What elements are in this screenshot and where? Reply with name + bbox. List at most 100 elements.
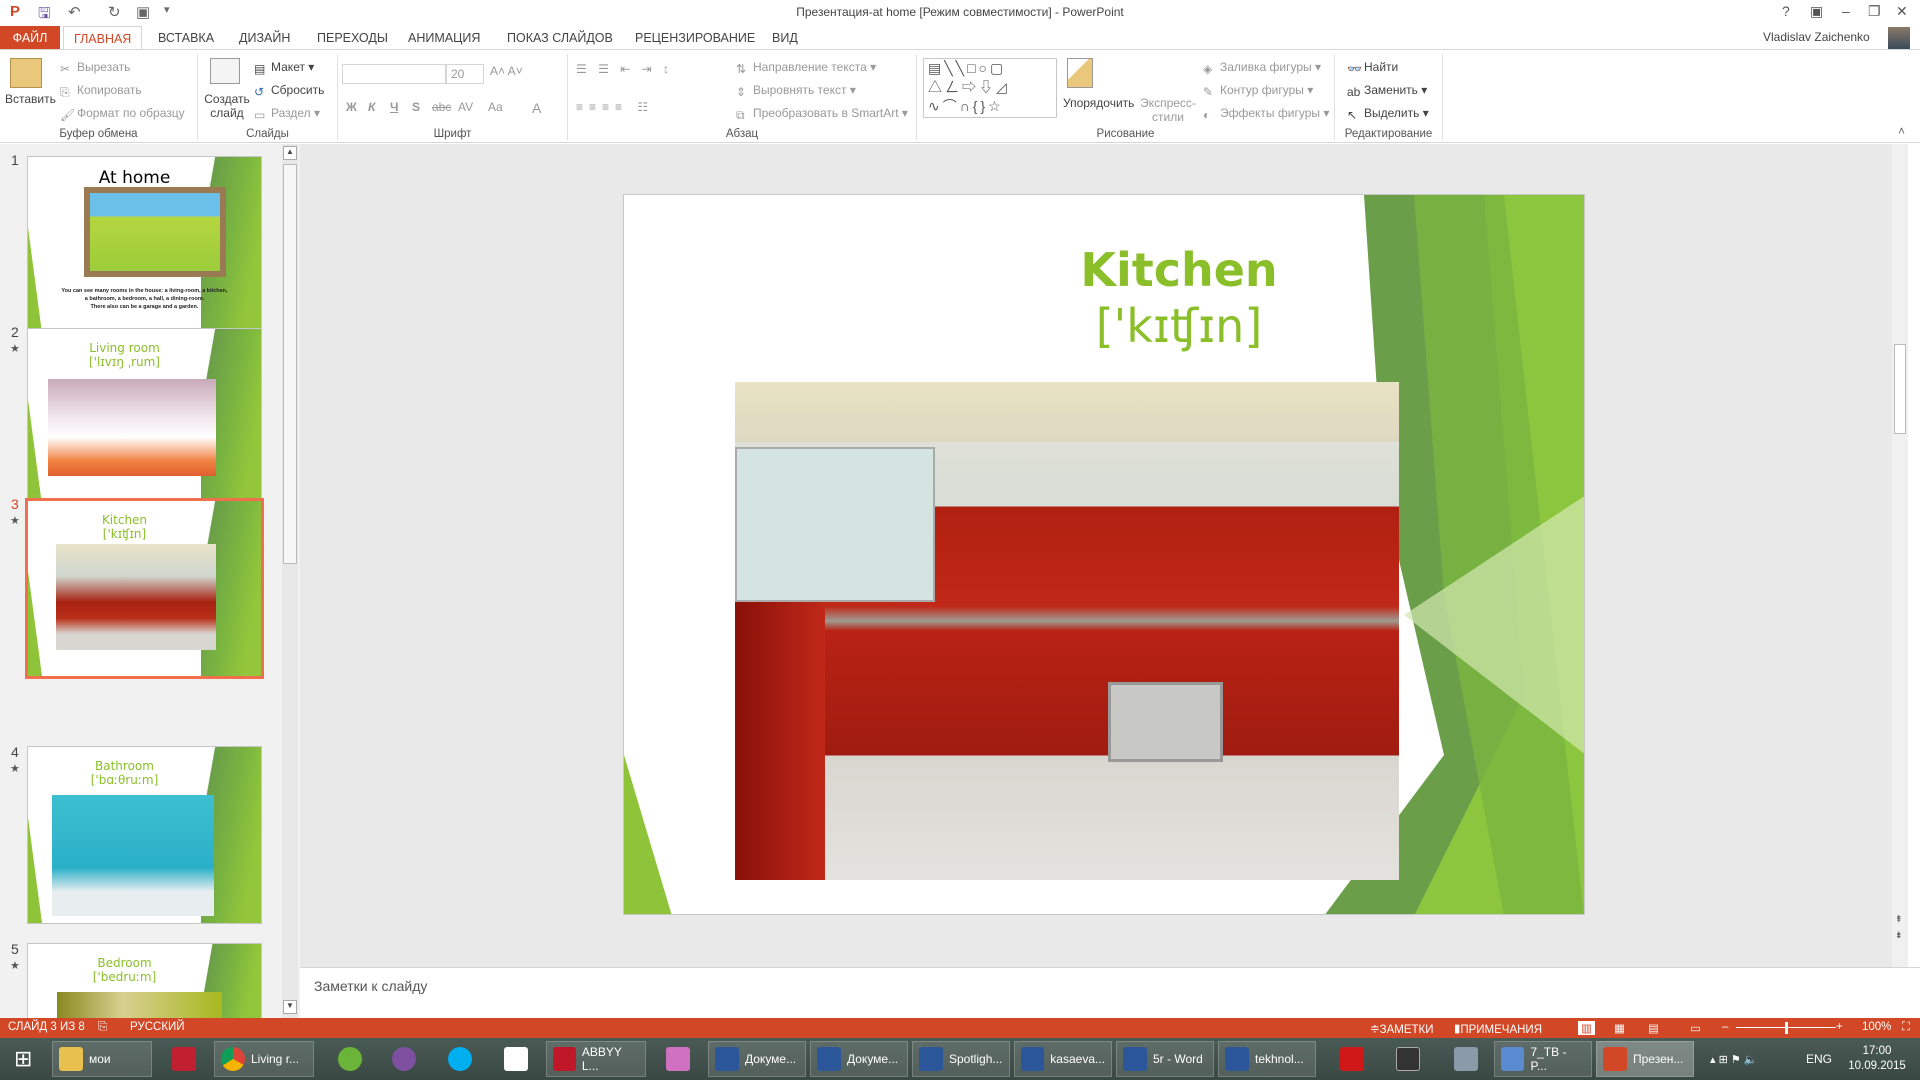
shape-outline-button[interactable]: ✎ Контур фигуры ▾	[1203, 83, 1313, 99]
fit-slide-icon[interactable]: ⛶	[1902, 1021, 1910, 1034]
thumbnail-slide-1[interactable]: At home You can see many rooms in the ho…	[27, 156, 262, 334]
tab-home[interactable]: ГЛАВНАЯ	[63, 26, 143, 50]
ribbon-display-button[interactable]: ▣	[1810, 3, 1823, 20]
grow-font-button[interactable]: A˄ A˅	[490, 64, 523, 78]
slide-phonetic[interactable]: ['kɪʧɪn]	[624, 299, 1584, 353]
italic-button[interactable]: К	[368, 100, 375, 114]
minimize-button[interactable]: –	[1842, 3, 1850, 19]
zoom-level[interactable]: 100%	[1862, 1021, 1891, 1033]
new-slide-button[interactable]: Создать слайд	[204, 92, 250, 120]
tab-file[interactable]: ФАЙЛ	[0, 26, 60, 50]
tab-review[interactable]: РЕЦЕНЗИРОВАНИЕ	[625, 26, 765, 50]
taskbar-app[interactable]	[1390, 1041, 1426, 1077]
layout-button[interactable]: ▤ Макет ▾	[254, 60, 314, 76]
bold-button[interactable]: Ж	[346, 100, 357, 114]
underline-button[interactable]: Ч	[390, 100, 398, 114]
start-button[interactable]: ⊞	[8, 1041, 38, 1077]
list-buttons[interactable]: ☰ ☰ ⇤ ⇥ ↕	[576, 62, 673, 76]
thumbnails-scrollbar[interactable]: ▲ ▼	[282, 144, 298, 1018]
taskbar-app[interactable]	[1448, 1041, 1484, 1077]
slideshow-button[interactable]: ▭	[1690, 1021, 1701, 1035]
taskbar-word-6[interactable]: tekhnol...	[1218, 1041, 1316, 1077]
spellcheck-icon[interactable]: ⎘	[98, 1021, 107, 1034]
arrange-button[interactable]: Упорядочить	[1063, 96, 1134, 110]
tab-design[interactable]: ДИЗАЙН	[229, 26, 300, 50]
help-button[interactable]: ?	[1782, 3, 1790, 19]
taskbar-skype[interactable]	[442, 1041, 478, 1077]
language-indicator[interactable]: РУССКИЙ	[130, 1021, 185, 1033]
section-button[interactable]: ▭ Раздел ▾	[254, 106, 320, 122]
editor-scrollbar[interactable]: ⇞ ⇟	[1892, 144, 1908, 967]
current-slide[interactable]: Kitchen ['kɪʧɪn]	[623, 194, 1585, 915]
select-button[interactable]: ↖ Выделить ▾	[1347, 106, 1429, 122]
close-button[interactable]: ✕	[1896, 3, 1908, 20]
align-text-button[interactable]: ⇕ Выровнять текст ▾	[736, 83, 856, 99]
taskbar-pdf[interactable]: 7_TB - P...	[1494, 1041, 1592, 1077]
notes-placeholder[interactable]: Заметки к слайду	[314, 978, 427, 994]
strikethrough-button[interactable]: abc	[432, 100, 451, 114]
taskbar-acrobat[interactable]	[1334, 1041, 1370, 1077]
copy-button[interactable]: ⎘ Копировать	[60, 83, 142, 99]
zoom-slider-thumb[interactable]	[1785, 1022, 1788, 1034]
notes-toggle[interactable]: ≑ ЗАМЕТКИ	[1370, 1021, 1434, 1036]
comments-toggle[interactable]: ▮ ПРИМЕЧАНИЯ	[1454, 1021, 1542, 1036]
align-buttons[interactable]: ≡≡≡≡ ☷	[576, 100, 654, 114]
taskbar-word-2[interactable]: Докуме...	[810, 1041, 908, 1077]
taskbar-utorrent[interactable]	[332, 1041, 368, 1077]
taskbar-explorer[interactable]: мои	[52, 1041, 152, 1077]
reading-view-button[interactable]: ▤	[1648, 1021, 1659, 1035]
thumbnail-slide-4[interactable]: Bathroom ['bɑːθruːm]	[27, 746, 262, 924]
taskbar-word-3[interactable]: Spotligh...	[912, 1041, 1010, 1077]
taskbar-chrome[interactable]: Living r...	[214, 1041, 314, 1077]
slide-title[interactable]: Kitchen	[624, 243, 1584, 297]
cut-button[interactable]: ✂ Вырезать	[60, 60, 130, 76]
clock[interactable]: 17:00 10.09.2015	[1840, 1044, 1914, 1074]
tab-transitions[interactable]: ПЕРЕХОДЫ	[307, 26, 398, 50]
notes-pane[interactable]: Заметки к слайду	[300, 967, 1920, 1018]
kitchen-photo[interactable]	[735, 382, 1399, 880]
shape-fill-button[interactable]: ◈ Заливка фигуры ▾	[1203, 60, 1321, 76]
zoom-out-button[interactable]: –	[1722, 1021, 1728, 1033]
reset-button[interactable]: ↺ Сбросить	[254, 83, 324, 99]
text-direction-button[interactable]: ⇅ Направление текста ▾	[736, 60, 876, 76]
taskbar-powerpoint[interactable]: Презен...	[1596, 1041, 1694, 1077]
restore-button[interactable]: ❐	[1868, 3, 1881, 20]
taskbar-apps[interactable]	[498, 1041, 534, 1077]
taskbar-word-4[interactable]: kasaeva...	[1014, 1041, 1112, 1077]
slide-sorter-button[interactable]: ▦	[1614, 1021, 1625, 1035]
thumbnail-slide-5[interactable]: Bedroom ['bedruːm]	[27, 943, 262, 1023]
quick-styles-button[interactable]: Экспресс-стили	[1137, 96, 1199, 124]
taskbar-viber[interactable]	[386, 1041, 422, 1077]
input-language[interactable]: ENG	[1800, 1041, 1838, 1077]
next-slide-icon[interactable]: ⇟	[1895, 930, 1903, 941]
tab-view[interactable]: ВИД	[762, 26, 808, 50]
scroll-up-button[interactable]: ▲	[283, 146, 297, 160]
normal-view-button[interactable]: ▥	[1578, 1021, 1595, 1035]
tab-animations[interactable]: АНИМАЦИЯ	[398, 26, 490, 50]
font-size-input[interactable]: 20	[446, 64, 484, 84]
collapse-ribbon-icon[interactable]: ˄	[1898, 124, 1905, 138]
font-color-button[interactable]: A	[532, 100, 541, 116]
font-name-input[interactable]	[342, 64, 446, 84]
prev-slide-icon[interactable]: ⇞	[1895, 914, 1903, 925]
taskbar-word-1[interactable]: Докуме...	[708, 1041, 806, 1077]
tab-insert[interactable]: ВСТАВКА	[148, 26, 224, 50]
format-painter-button[interactable]: 🖌 Формат по образцу	[60, 106, 185, 122]
thumbnail-slide-2[interactable]: Living room ['lɪvɪŋ ˌrum]	[27, 328, 262, 506]
scroll-down-button[interactable]: ▼	[283, 1000, 297, 1014]
scroll-thumb[interactable]	[283, 164, 297, 564]
paste-button[interactable]: Вставить	[5, 92, 56, 106]
taskbar-paint[interactable]	[660, 1041, 696, 1077]
taskbar-app[interactable]	[166, 1041, 202, 1077]
shadow-button[interactable]: S	[412, 100, 420, 114]
zoom-in-button[interactable]: +	[1836, 1021, 1843, 1033]
replace-button[interactable]: ab Заменить ▾	[1347, 83, 1427, 99]
shapes-gallery[interactable]: ▤╲╲□○▢ △ㄥ⇨⇩◿ ∿⌒∩{}☆	[923, 58, 1057, 118]
taskbar-word-5[interactable]: 5r - Word	[1116, 1041, 1214, 1077]
shape-effects-button[interactable]: ◐ Эффекты фигуры ▾	[1203, 106, 1329, 122]
smartart-button[interactable]: ⧉ Преобразовать в SmartArt ▾	[736, 106, 908, 122]
find-button[interactable]: 👓 Найти	[1347, 60, 1398, 76]
change-case-button[interactable]: Aa	[488, 100, 503, 114]
thumbnail-slide-3[interactable]: Kitchen ['kɪʧɪn]	[25, 498, 264, 679]
tray-icons[interactable]: ▴ ⊞ ⚑ 🔈	[1704, 1041, 1763, 1077]
